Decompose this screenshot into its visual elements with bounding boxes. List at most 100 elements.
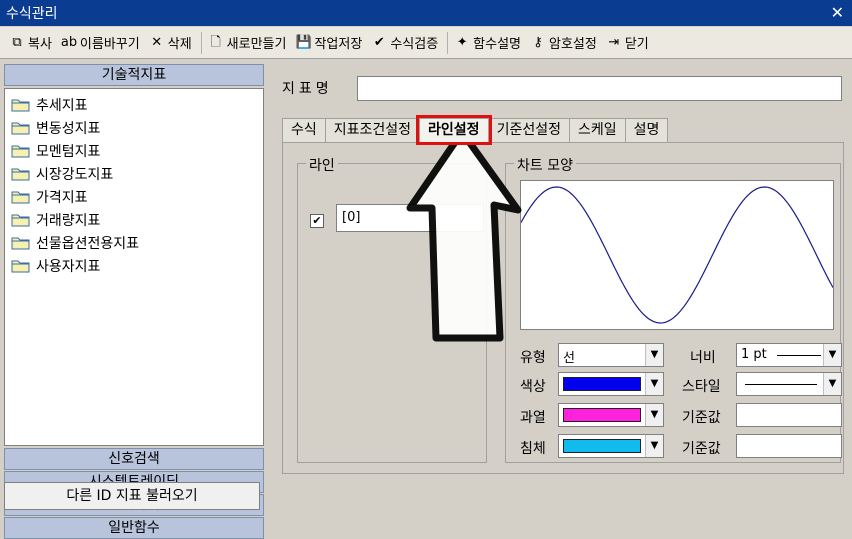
sidebar-item[interactable]: 사용자지표 bbox=[5, 254, 263, 277]
style-line-sample bbox=[745, 384, 817, 385]
new-document-icon: 🗋 bbox=[210, 34, 221, 50]
title-bar: 수식관리 ✕ bbox=[0, 0, 852, 26]
toolbar-button-5[interactable]: ✔ 수식검증 bbox=[368, 30, 444, 56]
indicator-sidebar: 기술적지표 추세지표변동성지표모멘텀지표시장강도지표가격지표거래량지표선물옵션전… bbox=[4, 64, 264, 539]
sidebar-item[interactable]: 가격지표 bbox=[5, 185, 263, 208]
window-title: 수식관리 bbox=[6, 6, 58, 22]
tab-2[interactable]: 라인설정 bbox=[416, 115, 492, 145]
toolbar-button-8[interactable]: ⇥ 닫기 bbox=[603, 30, 655, 56]
toolbar-button-label: 닫기 bbox=[624, 37, 649, 52]
toolbar-separator bbox=[200, 31, 202, 54]
line-group: 라인 ✔ [0] bbox=[297, 155, 487, 463]
chevron-down-icon[interactable]: ▼ bbox=[645, 373, 663, 395]
folder-icon bbox=[11, 236, 30, 250]
formula-manager-window: 수식관리 ✕ ⧉ 복사 ab 이름바꾸기 ✕ 삭제 🗋 새로만들기 💾 작업저장 ✔ 수식검증 ✦ 함수설… bbox=[0, 0, 852, 539]
tab-0[interactable]: 수식 bbox=[282, 118, 326, 142]
load-other-id-button[interactable]: 다른 ID 지표 불러오기 bbox=[4, 482, 260, 510]
exit-icon: ⇥ bbox=[608, 34, 620, 50]
oversold-ref-input[interactable] bbox=[736, 434, 842, 458]
width-select[interactable]: 1 pt ▼ bbox=[736, 343, 842, 367]
toolbar-button-label: 복사 bbox=[28, 37, 52, 52]
overbought-ref-input[interactable] bbox=[736, 403, 842, 427]
tab-1[interactable]: 지표조건설정 bbox=[324, 118, 421, 142]
style-select[interactable]: ▼ bbox=[736, 372, 842, 396]
sidebar-item-label: 시장강도지표 bbox=[36, 166, 114, 183]
indicator-name-label: 지표명 bbox=[282, 81, 333, 97]
sidebar-item[interactable]: 선물옵션전용지표 bbox=[5, 231, 263, 254]
line-group-title: 라인 bbox=[306, 155, 338, 175]
sidebar-item[interactable]: 시장강도지표 bbox=[5, 162, 263, 185]
chart-shape-title: 차트 모양 bbox=[514, 155, 576, 175]
toolbar-button-0[interactable]: ⧉ 복사 bbox=[6, 30, 58, 56]
chart-shape-group: 차트 모양 유형 선 ▼ 너비 1 pt ▼ 색상 ▼ 스타일 ▼ 과열 ▼ 기… bbox=[505, 155, 842, 463]
toolbar-button-3[interactable]: 🗋 새로만들기 bbox=[205, 30, 293, 56]
sidebar-item-label: 변동성지표 bbox=[36, 120, 101, 137]
folder-icon bbox=[11, 190, 30, 204]
tab-bar: 수식 지표조건설정 라인설정 기준선설정 스케일 설명 bbox=[282, 115, 669, 145]
save-icon: 💾 bbox=[295, 34, 312, 50]
folder-icon bbox=[11, 144, 30, 158]
overbought-ref-label: 기준값 bbox=[682, 410, 721, 426]
width-label: 너비 bbox=[690, 350, 716, 366]
toolbar-button-4[interactable]: 💾 작업저장 bbox=[292, 30, 368, 56]
delete-icon: ✕ bbox=[151, 34, 163, 50]
sidebar-item-label: 모멘텀지표 bbox=[36, 143, 101, 160]
toolbar-button-label: 수식검증 bbox=[390, 37, 439, 52]
close-icon[interactable]: ✕ bbox=[831, 3, 844, 22]
chevron-down-icon[interactable]: ▼ bbox=[823, 373, 841, 395]
chevron-down-icon[interactable]: ▼ bbox=[823, 344, 841, 366]
toolbar-button-2[interactable]: ✕ 삭제 bbox=[146, 30, 198, 56]
overbought-swatch bbox=[563, 408, 641, 422]
folder-icon bbox=[11, 98, 30, 112]
toolbar: ⧉ 복사 ab 이름바꾸기 ✕ 삭제 🗋 새로만들기 💾 작업저장 ✔ 수식검증 ✦ 함수설명 ⚷ 암호설정 ⇥… bbox=[0, 27, 852, 59]
sidebar-header[interactable]: 기술적지표 bbox=[4, 64, 264, 86]
toolbar-separator bbox=[447, 31, 449, 54]
type-select[interactable]: 선 ▼ bbox=[558, 343, 664, 367]
sidebar-item-label: 선물옵션전용지표 bbox=[36, 235, 140, 252]
toolbar-button-6[interactable]: ✦ 함수설명 bbox=[451, 30, 527, 56]
sidebar-item[interactable]: 변동성지표 bbox=[5, 116, 263, 139]
tab-3[interactable]: 기준선설정 bbox=[487, 118, 570, 142]
tab-5[interactable]: 설명 bbox=[624, 118, 669, 142]
width-line-sample bbox=[777, 355, 821, 356]
color-swatch bbox=[563, 377, 641, 391]
sidebar-item[interactable]: 모멘텀지표 bbox=[5, 139, 263, 162]
chevron-down-icon[interactable]: ▼ bbox=[645, 435, 663, 457]
toolbar-button-7[interactable]: ⚷ 암호설정 bbox=[527, 30, 603, 56]
tab-4[interactable]: 스케일 bbox=[568, 118, 626, 142]
key-icon: ⚷ bbox=[533, 34, 543, 50]
indicator-name-input[interactable] bbox=[357, 76, 842, 101]
folder-icon bbox=[11, 213, 30, 227]
width-value: 1 pt bbox=[741, 347, 767, 362]
line-checkbox[interactable]: ✔ bbox=[310, 214, 324, 228]
wave-preview bbox=[520, 180, 834, 330]
sidebar-item-label: 가격지표 bbox=[36, 189, 88, 206]
type-value: 선 bbox=[563, 351, 575, 366]
folder-icon bbox=[11, 167, 30, 181]
color-select[interactable]: ▼ bbox=[558, 372, 664, 396]
overbought-label: 과열 bbox=[520, 410, 546, 426]
toolbar-button-label: 삭제 bbox=[167, 37, 192, 52]
sidebar-item-label: 거래량지표 bbox=[36, 212, 101, 229]
rename-icon: ab bbox=[60, 34, 78, 50]
oversold-color-select[interactable]: ▼ bbox=[558, 434, 664, 458]
toolbar-button-label: 이름바꾸기 bbox=[79, 37, 140, 52]
indicator-tree: 추세지표변동성지표모멘텀지표시장강도지표가격지표거래량지표선물옵션전용지표사용자… bbox=[4, 88, 264, 446]
overbought-color-select[interactable]: ▼ bbox=[558, 403, 664, 427]
toolbar-button-label: 함수설명 bbox=[473, 37, 521, 52]
toolbar-button-1[interactable]: ab 이름바꾸기 bbox=[58, 30, 146, 56]
line-settings-panel: 라인 ✔ [0] 차트 모양 유형 선 ▼ 너비 1 pt ▼ 색상 ▼ 스타일… bbox=[282, 142, 844, 474]
type-label: 유형 bbox=[520, 350, 546, 366]
sidebar-item[interactable]: 추세지표 bbox=[5, 93, 263, 116]
oversold-ref-label: 기준값 bbox=[682, 441, 721, 457]
sidebar-category[interactable]: 일반함수 bbox=[4, 517, 264, 539]
oversold-label: 침체 bbox=[520, 441, 546, 457]
sine-wave-preview bbox=[520, 186, 834, 324]
chevron-down-icon[interactable]: ▼ bbox=[645, 344, 663, 366]
line-entry[interactable]: [0] bbox=[336, 204, 484, 232]
sidebar-item[interactable]: 거래량지표 bbox=[5, 208, 263, 231]
magic-wand-icon: ✦ bbox=[456, 34, 468, 50]
sidebar-item-label: 사용자지표 bbox=[36, 258, 101, 275]
chevron-down-icon[interactable]: ▼ bbox=[645, 404, 663, 426]
sidebar-category-signal-search[interactable]: 신호검색 bbox=[4, 448, 264, 470]
